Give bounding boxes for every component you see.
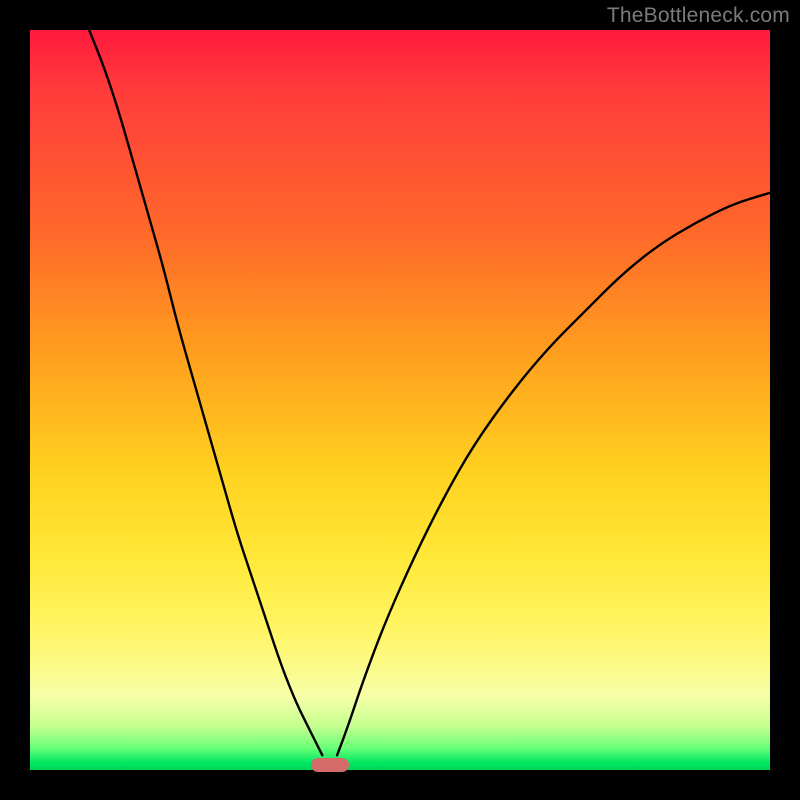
- bottleneck-curve: [30, 30, 770, 770]
- chart-plot-area: [30, 30, 770, 770]
- curve-right-branch: [337, 193, 770, 755]
- bottleneck-marker: [311, 758, 349, 772]
- chart-frame: TheBottleneck.com: [0, 0, 800, 800]
- watermark-text: TheBottleneck.com: [607, 4, 790, 28]
- curve-left-branch: [89, 30, 322, 755]
